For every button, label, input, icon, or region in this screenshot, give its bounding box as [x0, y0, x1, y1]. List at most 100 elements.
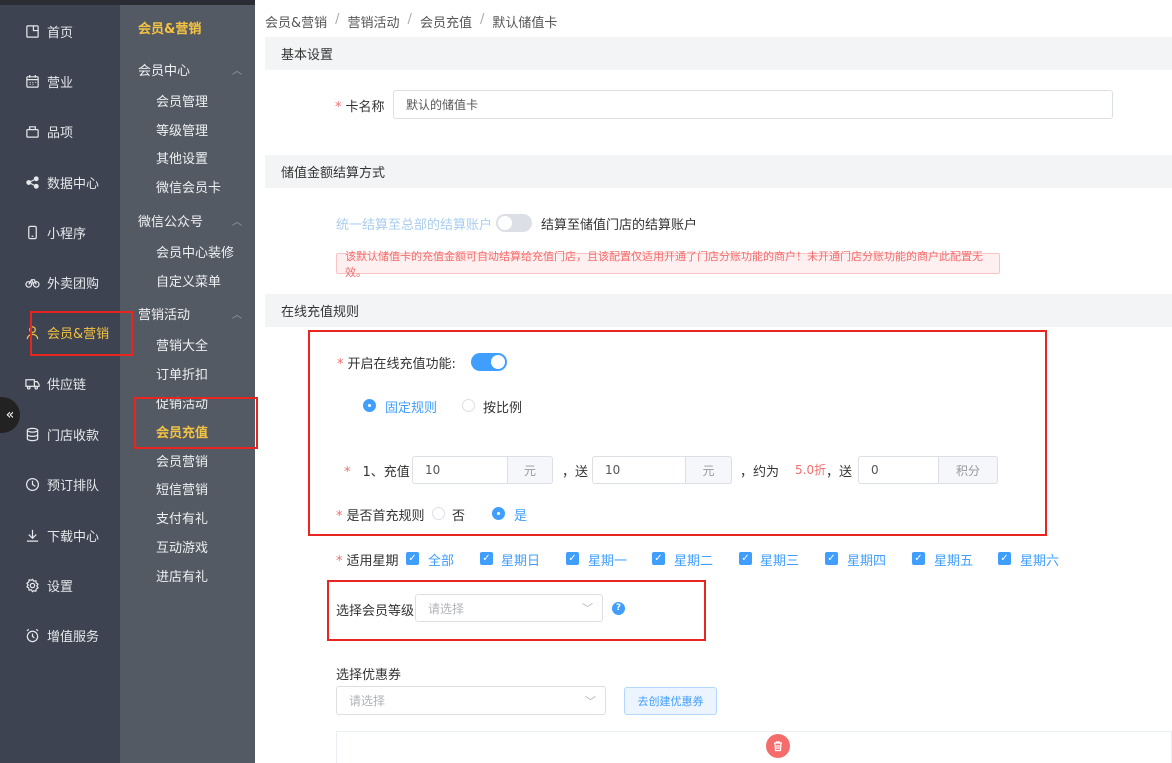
- card-name-input[interactable]: 默认的储值卡: [393, 90, 1113, 119]
- nav-label: 外卖团购: [47, 276, 100, 292]
- nav-label: 数据中心: [47, 176, 100, 192]
- sub-item-order-discount[interactable]: 订单折扣: [156, 364, 208, 383]
- sub-item-interactive-game[interactable]: 互动游戏: [156, 537, 208, 556]
- nav-item-home[interactable]: 首页: [0, 13, 120, 49]
- sub-item-center-decor[interactable]: 会员中心装修: [156, 242, 234, 261]
- settle-switch[interactable]: [496, 214, 532, 232]
- nav-label: 小程序: [47, 226, 87, 242]
- weekday-sun-checkbox[interactable]: ✓: [480, 552, 493, 565]
- sub-item-marketing-all[interactable]: 营销大全: [156, 335, 208, 354]
- settle-left-label: 统一结算至总部的结算账户: [336, 218, 493, 233]
- nav-item-delivery[interactable]: 外卖团购: [0, 264, 120, 300]
- weekday-thu-checkbox[interactable]: ✓: [825, 552, 838, 565]
- nav-label: 设置: [47, 579, 74, 595]
- sub-item-wechat-card[interactable]: 微信会员卡: [156, 177, 221, 196]
- alarm-icon: [24, 627, 40, 643]
- settle-right-label: 结算至储值门店的结算账户: [541, 218, 698, 233]
- group-member-center[interactable]: 会员中心 ︿: [138, 60, 248, 79]
- weekday-all-label[interactable]: 全部: [428, 550, 454, 569]
- nav-label: 供应链: [47, 377, 87, 393]
- create-coupon-button[interactable]: 去创建优惠券: [624, 687, 717, 715]
- group-marketing[interactable]: 营销活动 ︿: [138, 304, 248, 323]
- chevron-up-icon: ︿: [232, 310, 242, 321]
- required-mark: *: [336, 554, 343, 569]
- weekdays-label: * 适用星期: [336, 550, 399, 569]
- nav-label: 营业: [47, 75, 74, 91]
- weekday-sat-label[interactable]: 星期六: [1020, 550, 1059, 569]
- weekday-wed-label[interactable]: 星期三: [760, 550, 799, 569]
- nav-label: 首页: [47, 25, 74, 41]
- sub-item-member-manage[interactable]: 会员管理: [156, 91, 208, 110]
- sub-item-other-settings[interactable]: 其他设置: [156, 148, 208, 167]
- bike-icon: [24, 274, 40, 290]
- phone-icon: [24, 224, 40, 240]
- section-online: 在线充值规则: [265, 294, 1172, 327]
- section-basic: 基本设置: [265, 37, 1172, 70]
- weekday-all-checkbox[interactable]: ✓: [406, 552, 419, 565]
- nav-item-supply-chain[interactable]: 供应链: [0, 365, 120, 401]
- weekday-sat-checkbox[interactable]: ✓: [998, 552, 1011, 565]
- primary-sidebar: 首页 营业 品项 数据中心 小程序 外卖团购 会员&营销 供应链 门店收款 预订…: [0, 5, 120, 763]
- group-wechat-official[interactable]: 微信公众号 ︿: [138, 211, 248, 230]
- nav-item-settings[interactable]: 设置: [0, 567, 120, 603]
- weekday-fri-label[interactable]: 星期五: [934, 550, 973, 569]
- nav-label: 门店收款: [47, 428, 100, 444]
- weekday-mon-checkbox[interactable]: ✓: [566, 552, 579, 565]
- sub-item-sms-marketing[interactable]: 短信营销: [156, 479, 208, 498]
- gear-icon: [24, 577, 40, 593]
- breadcrumb-item[interactable]: 会员&营销: [265, 12, 327, 31]
- weekday-tue-label[interactable]: 星期二: [674, 550, 713, 569]
- breadcrumb-separator: /: [407, 12, 412, 27]
- breadcrumb-current: 默认储值卡: [492, 16, 558, 31]
- sub-item-member-marketing[interactable]: 会员营销: [156, 451, 208, 470]
- weekday-tue-checkbox[interactable]: ✓: [652, 552, 665, 565]
- weekdays-label-text: 适用星期: [346, 554, 399, 569]
- share-icon: [24, 174, 40, 190]
- nav-label: 品项: [47, 125, 74, 141]
- weekday-mon-label[interactable]: 星期一: [588, 550, 627, 569]
- highlight-box-online-rules: [308, 330, 1047, 536]
- sub-item-level-manage[interactable]: 等级管理: [156, 120, 208, 139]
- breadcrumb-item[interactable]: 营销活动: [348, 12, 400, 31]
- nav-item-data-center[interactable]: 数据中心: [0, 164, 120, 200]
- delete-trash-icon[interactable]: [766, 734, 790, 758]
- nav-label: 预订排队: [47, 478, 100, 494]
- weekday-thu-label[interactable]: 星期四: [847, 550, 886, 569]
- weekday-wed-checkbox[interactable]: ✓: [739, 552, 752, 565]
- weekday-sun-label[interactable]: 星期日: [501, 550, 540, 569]
- coupon-select[interactable]: 请选择: [336, 686, 606, 715]
- app-root: 首页 营业 品项 数据中心 小程序 外卖团购 会员&营销 供应链 门店收款 预订…: [0, 0, 1172, 763]
- highlight-box-member-level: [327, 580, 706, 641]
- download-icon: [24, 527, 40, 543]
- settle-alert: 该默认储值卡的充值金额可自动结算给充值门店，且该配置仅适用开通了门店分账功能的商…: [336, 250, 1000, 279]
- required-mark: *: [335, 100, 342, 115]
- database-icon: [24, 426, 40, 442]
- highlight-box-recharge: [134, 397, 258, 449]
- calendar-icon: [24, 73, 40, 89]
- bag-icon: [24, 123, 40, 139]
- group-label: 营销活动: [138, 308, 191, 323]
- breadcrumb-item[interactable]: 会员充值: [420, 12, 472, 31]
- sub-item-pay-gift[interactable]: 支付有礼: [156, 508, 208, 527]
- nav-item-reservation[interactable]: 预订排队: [0, 466, 120, 502]
- coupon-table-area: [336, 731, 1172, 763]
- nav-item-items[interactable]: 品项: [0, 113, 120, 149]
- sub-item-store-gift[interactable]: 进店有礼: [156, 566, 208, 585]
- breadcrumb-separator: /: [335, 12, 340, 27]
- nav-item-business[interactable]: 营业: [0, 63, 120, 99]
- nav-item-download-center[interactable]: 下载中心: [0, 517, 120, 553]
- chevron-up-icon: ︿: [232, 217, 242, 228]
- nav-item-value-added[interactable]: 增值服务: [0, 617, 120, 653]
- switch-knob: [498, 216, 512, 230]
- sub-item-custom-menu[interactable]: 自定义菜单: [156, 271, 221, 290]
- home-icon: [24, 23, 40, 39]
- secondary-sidebar-title: 会员&营销: [138, 22, 202, 37]
- nav-item-mini-program[interactable]: 小程序: [0, 214, 120, 250]
- card-name-label-text: 卡名称: [345, 100, 385, 115]
- highlight-box-nav: [30, 311, 133, 356]
- weekday-fri-checkbox[interactable]: ✓: [912, 552, 925, 565]
- group-label: 微信公众号: [138, 215, 204, 230]
- secondary-sidebar: 会员&营销 会员中心 ︿ 会员管理 等级管理 其他设置 微信会员卡 微信公众号 ︿ …: [120, 5, 255, 763]
- section-settle: 储值金额结算方式: [265, 155, 1172, 188]
- card-name-label: * 卡名称: [335, 96, 385, 115]
